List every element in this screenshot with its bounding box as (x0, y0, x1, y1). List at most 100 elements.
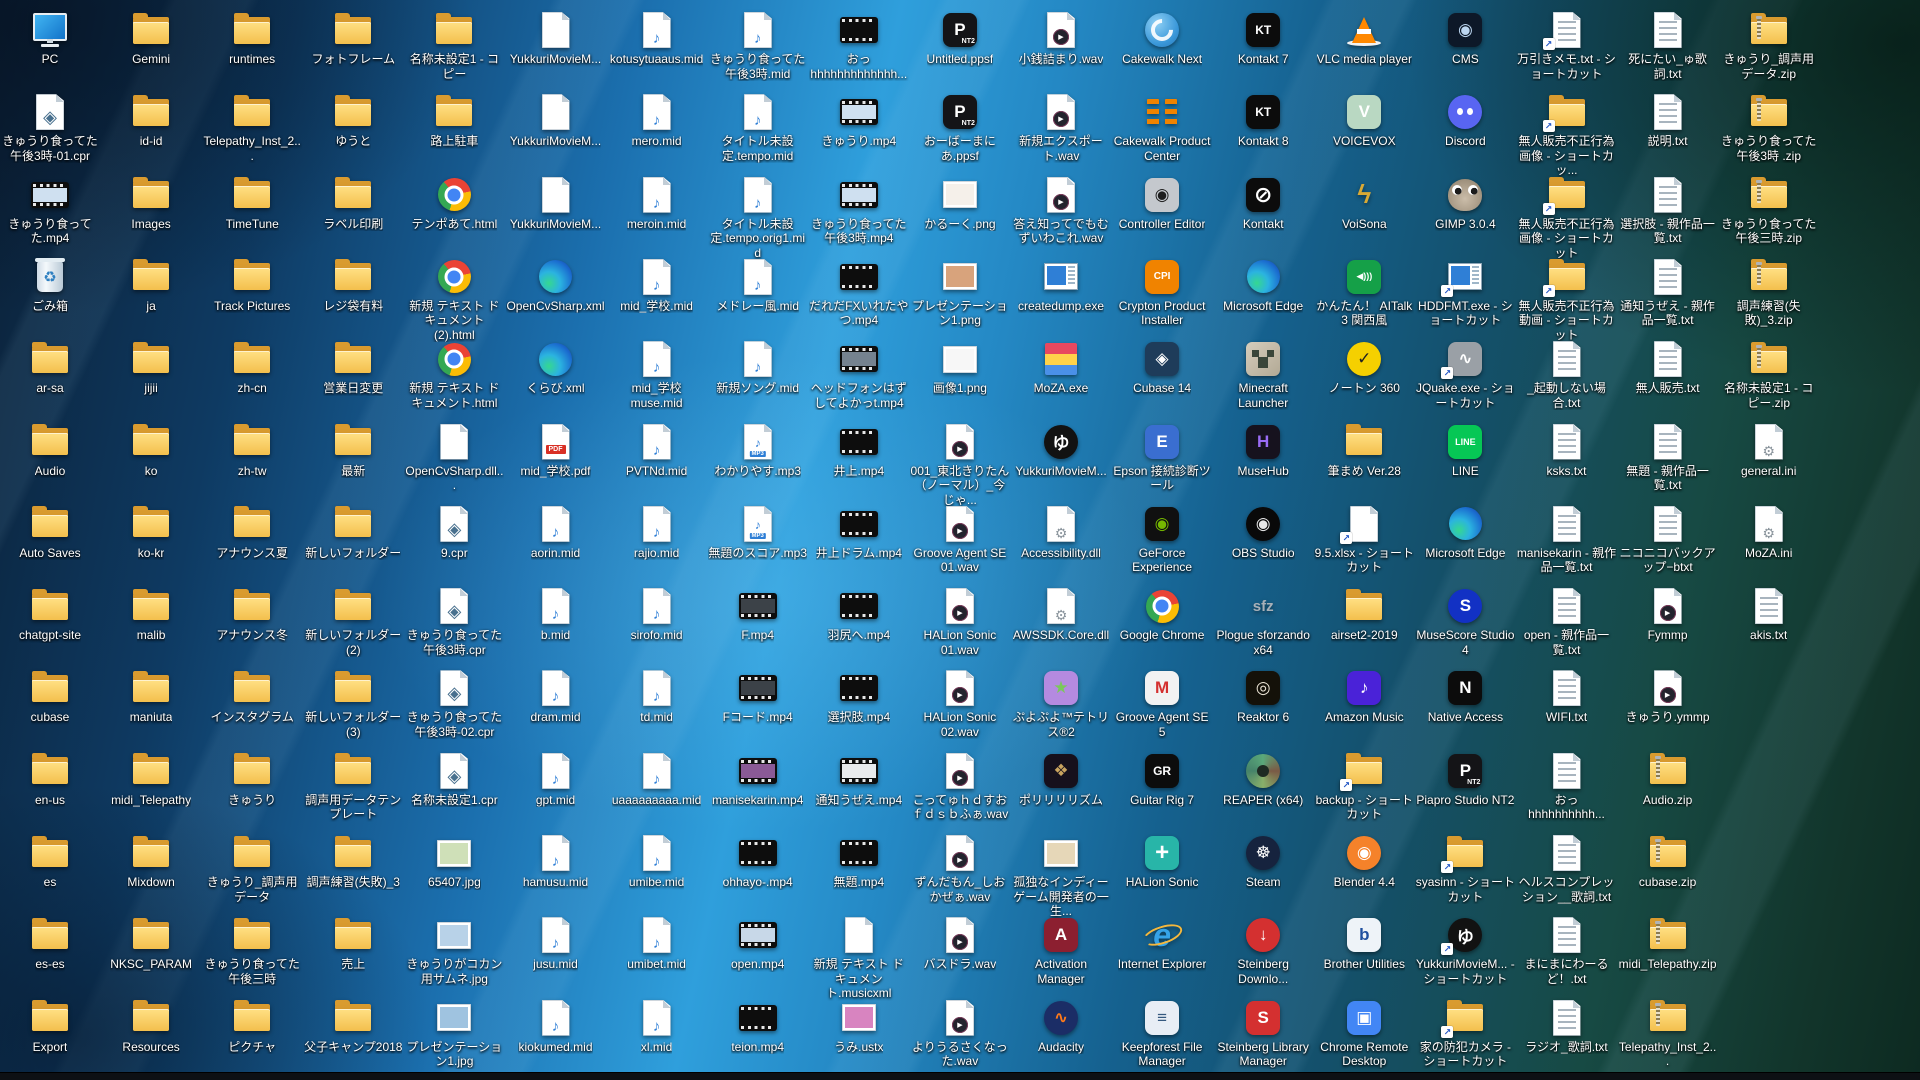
desktop-icon[interactable]: ♪MP3わかりやす.mp3 (708, 422, 808, 479)
desktop-icon[interactable]: ピクチャ (202, 998, 302, 1055)
desktop-icon[interactable]: Cakewalk Product Center (1112, 92, 1212, 163)
desktop-icon[interactable]: es-es (0, 915, 100, 972)
taskbar[interactable] (0, 1072, 1920, 1080)
desktop-icon[interactable]: manisekarin.mp4 (708, 751, 808, 808)
desktop-icon[interactable]: GRGuitar Rig 7 (1112, 751, 1212, 808)
desktop-icon[interactable]: ◈Cubase 14 (1112, 339, 1212, 396)
desktop-icon[interactable]: ar-sa (0, 339, 100, 396)
desktop-icon[interactable]: 通知うぜえ.mp4 (809, 751, 909, 808)
desktop-icon[interactable]: ゆ↗YukkuriMovieM... - ショートカット (1415, 915, 1515, 986)
desktop-icon[interactable]: chatgpt-site (0, 586, 100, 643)
desktop-icon[interactable]: ♪kotusytuaaus.mid (607, 10, 707, 67)
desktop-icon[interactable]: 名称未設定1 - コピー.zip (1719, 339, 1819, 410)
desktop-icon[interactable]: ♪aorin.mid (506, 504, 606, 561)
desktop-icon[interactable]: ◈名称未設定1.cpr (404, 751, 504, 808)
desktop-icon[interactable]: アナウンス夏 (202, 504, 302, 561)
desktop-icon[interactable]: ▶Groove Agent SE 01.wav (910, 504, 1010, 575)
desktop-icon[interactable]: ♪新規ソング.mid (708, 339, 808, 396)
desktop-icon[interactable]: Telepathy_Inst_2... (1618, 998, 1718, 1069)
desktop-icon[interactable]: ⚙general.ini (1719, 422, 1819, 479)
desktop-icon[interactable]: ♪mero.mid (607, 92, 707, 149)
desktop-icon[interactable]: きゅうり (202, 751, 302, 808)
desktop-icon[interactable]: 最新 (303, 422, 403, 479)
desktop-icon[interactable]: VLC media player (1314, 10, 1414, 67)
desktop-icon[interactable]: ▶こってゅｈｄすおｆｄｓｂふぁ.wav (910, 751, 1010, 822)
desktop-icon[interactable]: 死にたい_ゅ歌詞.txt (1618, 10, 1718, 81)
desktop-icon[interactable]: createdump.exe (1011, 257, 1111, 314)
desktop-icon[interactable]: ゆYukkuriMovieM... (1011, 422, 1111, 479)
desktop-icon[interactable]: 新規 テキスト ドキュメント.musicxml (809, 915, 909, 1001)
desktop-icon[interactable]: 新しいフォルダー (2) (303, 586, 403, 657)
desktop-icon[interactable]: ◈きゅうり食ってた午後3時.cpr (404, 586, 504, 657)
desktop-icon[interactable]: ≡Keepforest File Manager (1112, 998, 1212, 1069)
desktop-icon[interactable]: ↗無人販売不正行為 画像 - ショートカット (1517, 175, 1617, 261)
desktop-icon[interactable]: かるーく.png (910, 175, 1010, 232)
desktop-icon[interactable]: ↗家の防犯カメラ - ショートカット (1415, 998, 1515, 1069)
desktop-icon[interactable]: 無題 - 親作品一覧.txt (1618, 422, 1718, 493)
desktop-icon[interactable]: Gemini (101, 10, 201, 67)
desktop-icon[interactable]: ◉GeForce Experience (1112, 504, 1212, 575)
desktop-icon[interactable]: アナウンス冬 (202, 586, 302, 643)
desktop-icon[interactable]: NNative Access (1415, 668, 1515, 725)
desktop-icon[interactable]: sfzPlogue sforzando x64 (1213, 586, 1313, 657)
desktop-icon[interactable]: ♪dram.mid (506, 668, 606, 725)
desktop-icon[interactable]: ◉Controller Editor (1112, 175, 1212, 232)
desktop-icon[interactable]: 説明.txt (1618, 92, 1718, 149)
desktop-icon[interactable]: ♪sirofo.mid (607, 586, 707, 643)
desktop-icon[interactable]: Telepathy_Inst_2... (202, 92, 302, 163)
desktop-icon[interactable]: ラベル印刷 (303, 175, 403, 232)
desktop-icon[interactable]: ▶バスドラ.wav (910, 915, 1010, 972)
desktop-icon[interactable]: ↗無人販売不正行為 動画 - ショートカット (1517, 257, 1617, 343)
desktop-icon[interactable]: OpenCvSharp.xml (506, 257, 606, 314)
desktop-icon[interactable]: きゅうり食ってた午後三時 (202, 915, 302, 986)
desktop-icon[interactable]: だれだFXいれたやつ.mp4 (809, 257, 909, 328)
desktop-icon[interactable]: Mixdown (101, 833, 201, 890)
desktop-icon[interactable]: 選択肢 - 親作品一覧.txt (1618, 175, 1718, 246)
desktop-icon[interactable]: ohhayo-.mp4 (708, 833, 808, 890)
desktop-icon[interactable]: 画像1.png (910, 339, 1010, 396)
desktop-icon[interactable]: 新規 テキスト ドキュメント.html (404, 339, 504, 410)
desktop-icon[interactable]: _起動しない場合.txt (1517, 339, 1617, 410)
desktop-icon[interactable]: Cakewalk Next (1112, 10, 1212, 67)
desktop-icon[interactable]: きゅうり食ってた午後3時.mp4 (809, 175, 909, 246)
desktop-icon[interactable]: 新しいフォルダー (303, 504, 403, 561)
desktop-icon[interactable]: ♪meroin.mid (607, 175, 707, 232)
desktop-icon[interactable]: jijii (101, 339, 201, 396)
desktop-icon[interactable]: GIMP 3.0.4 (1415, 175, 1515, 232)
desktop-icon[interactable]: きゅうりがコカン用サムネ.jpg (404, 915, 504, 986)
desktop-icon[interactable]: ✓ノートン 360 (1314, 339, 1414, 396)
desktop-icon[interactable]: ◉OBS Studio (1213, 504, 1313, 561)
desktop-icon[interactable]: ♻ごみ箱 (0, 257, 100, 314)
desktop-icon[interactable]: 65407.jpg (404, 833, 504, 890)
desktop-icon[interactable]: 調声練習(失敗)_3.zip (1719, 257, 1819, 328)
desktop-icon[interactable]: 営業日変更 (303, 339, 403, 396)
desktop-icon[interactable]: きゅうり.mp4 (809, 92, 909, 149)
desktop-icon[interactable]: Fコード.mp4 (708, 668, 808, 725)
desktop-icon[interactable]: ♪きゅうり食ってた午後3時.mid (708, 10, 808, 81)
desktop-icon[interactable]: 売上 (303, 915, 403, 972)
desktop-icon[interactable]: YukkuriMovieM... (506, 10, 606, 67)
desktop-icon[interactable]: EEpson 接続診断ツール (1112, 422, 1212, 493)
desktop-icon[interactable]: 名称未設定1 - コピー (404, 10, 504, 81)
desktop-icon[interactable]: ♪mid_学校 muse.mid (607, 339, 707, 410)
desktop-icon[interactable]: SMuseScore Studio 4 (1415, 586, 1515, 657)
desktop-icon[interactable]: 選択肢.mp4 (809, 668, 909, 725)
desktop-icon[interactable]: ↓Steinberg Downlo... (1213, 915, 1313, 986)
desktop-icon[interactable]: ♪メドレー風.mid (708, 257, 808, 314)
desktop-icon[interactable]: ▶HALion Sonic 01.wav (910, 586, 1010, 657)
desktop-icon[interactable]: LINELINE (1415, 422, 1515, 479)
desktop-icon[interactable]: おっhhhhhhhhhh... (1517, 751, 1617, 822)
desktop-icon[interactable]: 孤独なインディーゲーム開発者の一生... (1011, 833, 1111, 919)
desktop-icon[interactable]: おっhhhhhhhhhhhhh... (809, 10, 909, 81)
desktop-icon[interactable]: 新規 テキスト ドキュメント (2).html (404, 257, 504, 343)
desktop-icon[interactable]: Resources (101, 998, 201, 1055)
desktop-icon[interactable]: ▶よりうるさくなった.wav (910, 998, 1010, 1069)
desktop-icon[interactable]: ⊘Kontakt (1213, 175, 1313, 232)
desktop-icon[interactable]: ϟVoiSona (1314, 175, 1414, 232)
desktop-icon[interactable]: ♪タイトル未設定.tempo.mid (708, 92, 808, 163)
desktop-icon[interactable]: KTKontakt 8 (1213, 92, 1313, 149)
desktop-icon[interactable]: 井上.mp4 (809, 422, 909, 479)
desktop-icon[interactable]: ヘルスコンプレッション__歌詞.txt (1517, 833, 1617, 904)
desktop-icon[interactable]: Images (101, 175, 201, 232)
desktop-icon[interactable]: ◈9.cpr (404, 504, 504, 561)
